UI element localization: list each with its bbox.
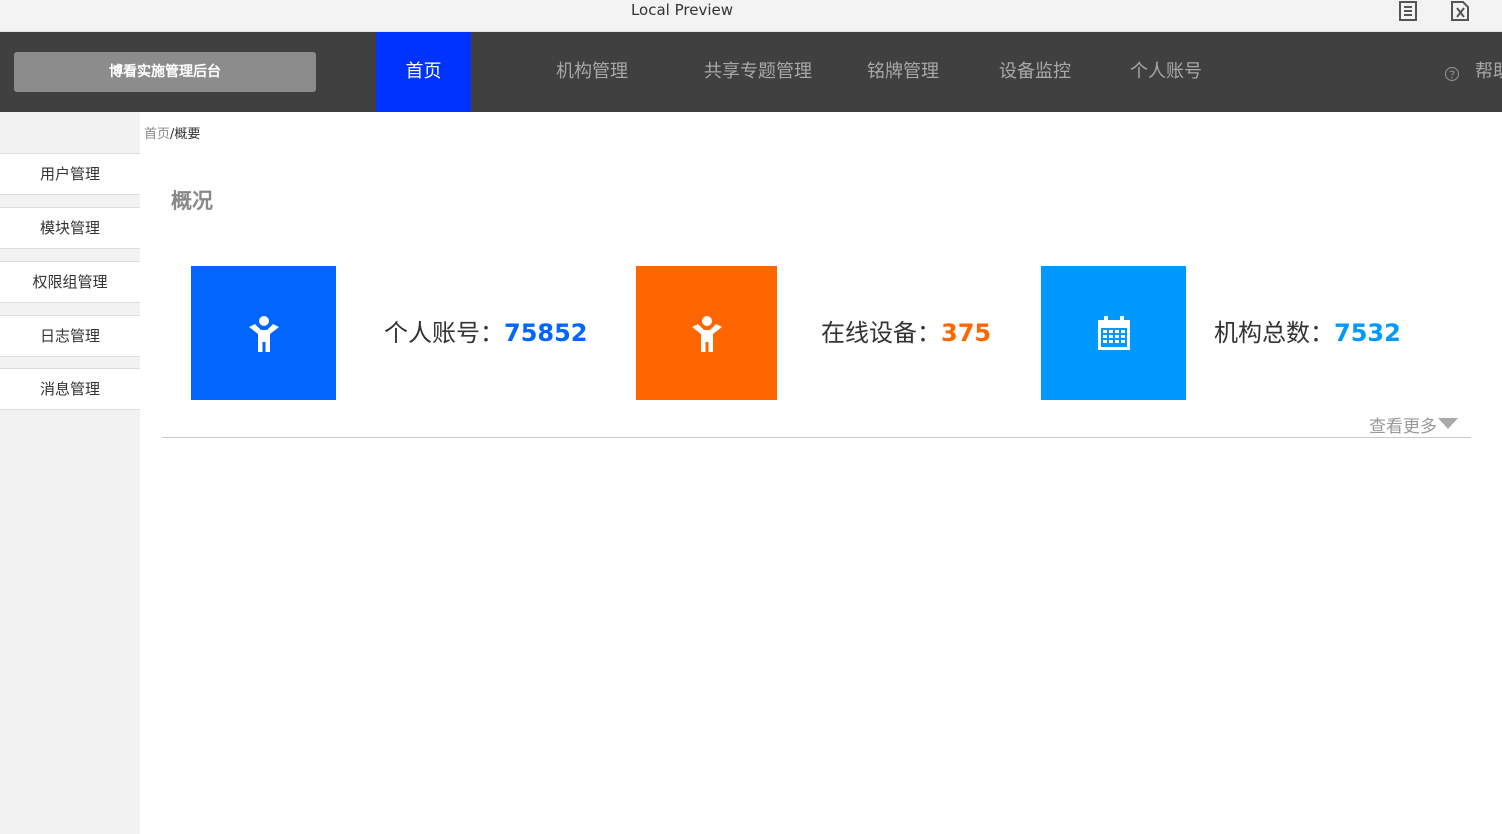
breadcrumb: 首页/概要	[144, 123, 200, 142]
breadcrumb-current: 概要	[174, 127, 201, 142]
help-icon[interactable]	[1444, 66, 1460, 82]
sidebar-item-messages[interactable]: 消息管理	[0, 368, 140, 410]
window-titlebar: Local Preview	[0, 0, 1502, 32]
sidebar-item-modules[interactable]: 模块管理	[0, 207, 140, 249]
person-icon	[248, 316, 279, 352]
breadcrumb-home[interactable]: 首页	[144, 127, 170, 142]
top-navbar: 博看实施管理后台 首页 机构管理 共享专题管理 铭牌管理 设备监控 个人账号 帮…	[0, 32, 1502, 112]
stat-value: 75852	[504, 319, 588, 347]
nav-item-institutions[interactable]: 机构管理	[556, 32, 628, 112]
stat-value: 375	[941, 319, 992, 347]
view-more-label: 查看更多	[1369, 417, 1437, 437]
card-icon-online-devices	[636, 266, 777, 400]
brand-button[interactable]: 博看实施管理后台	[14, 52, 316, 92]
person-icon	[691, 316, 722, 352]
sidebar-item-logs[interactable]: 日志管理	[0, 315, 140, 357]
help-link[interactable]: 帮助	[1475, 32, 1502, 112]
nav-item-shared-topics[interactable]: 共享专题管理	[704, 32, 812, 112]
stat-label: 个人账号：	[384, 319, 504, 347]
card-icon-personal-accounts	[191, 266, 336, 400]
stat-label: 机构总数：	[1214, 319, 1334, 347]
document-icon[interactable]	[1397, 0, 1419, 22]
nav-item-device-monitoring[interactable]: 设备监控	[999, 32, 1071, 112]
sidebar-item-permission-groups[interactable]: 权限组管理	[0, 261, 140, 303]
stat-online-devices: 在线设备：375	[821, 315, 991, 351]
stat-personal-accounts: 个人账号：75852	[384, 315, 588, 351]
nav-item-nameplates[interactable]: 铭牌管理	[867, 32, 939, 112]
excel-icon[interactable]	[1449, 0, 1471, 22]
card-icon-institutions	[1041, 266, 1186, 400]
section-divider	[162, 437, 1471, 438]
stat-value: 7532	[1334, 319, 1401, 347]
view-more-link[interactable]: 查看更多	[1369, 412, 1458, 437]
window-title: Local Preview	[630, 1, 734, 19]
section-title: 概况	[171, 189, 213, 213]
sidebar-item-users[interactable]: 用户管理	[0, 153, 140, 195]
stat-institutions: 机构总数：7532	[1214, 315, 1401, 351]
stat-label: 在线设备：	[821, 319, 941, 347]
sidebar: 用户管理 模块管理 权限组管理 日志管理 消息管理	[0, 112, 140, 834]
caret-down-icon	[1438, 418, 1458, 429]
nav-item-personal-accounts[interactable]: 个人账号	[1130, 32, 1202, 112]
nav-item-home[interactable]: 首页	[376, 32, 471, 112]
calendar-icon	[1097, 316, 1130, 350]
